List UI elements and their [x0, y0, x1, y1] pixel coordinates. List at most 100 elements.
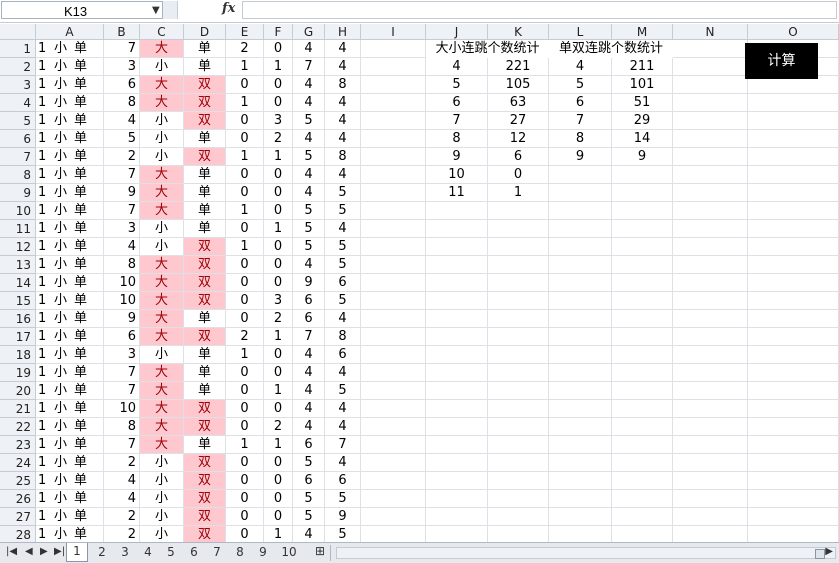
- grid-cell[interactable]: 0: [226, 490, 264, 508]
- grid-cell[interactable]: [612, 256, 673, 274]
- grid-cell[interactable]: 0: [226, 292, 264, 310]
- column-header-n[interactable]: N: [673, 24, 748, 40]
- grid-cell[interactable]: [361, 148, 426, 166]
- grid-cell[interactable]: 4: [293, 364, 325, 382]
- grid-cell[interactable]: 单: [184, 184, 226, 202]
- grid-cell[interactable]: 5: [325, 382, 361, 400]
- grid-cell[interactable]: 3: [264, 112, 293, 130]
- grid-cell[interactable]: [748, 436, 839, 454]
- grid-cell[interactable]: 8: [104, 94, 140, 112]
- grid-cell[interactable]: 3: [104, 58, 140, 76]
- grid-cell[interactable]: 7: [104, 202, 140, 220]
- grid-cell[interactable]: 2: [264, 310, 293, 328]
- grid-cell[interactable]: 小: [140, 508, 184, 526]
- grid-cell[interactable]: [612, 508, 673, 526]
- grid-cell[interactable]: [673, 130, 748, 148]
- grid-cell[interactable]: [361, 220, 426, 238]
- grid-cell[interactable]: [612, 184, 673, 202]
- grid-cell[interactable]: [426, 508, 488, 526]
- grid-cell[interactable]: [673, 508, 748, 526]
- grid-cell[interactable]: [426, 328, 488, 346]
- grid-cell[interactable]: [549, 436, 612, 454]
- grid-cell[interactable]: 1小单: [36, 256, 104, 274]
- grid-cell[interactable]: 0: [226, 166, 264, 184]
- grid-cell[interactable]: 2: [226, 328, 264, 346]
- grid-cell[interactable]: [748, 184, 839, 202]
- column-header-k[interactable]: K: [488, 24, 549, 40]
- row-header[interactable]: 15: [0, 292, 36, 310]
- grid-cell[interactable]: 6: [325, 472, 361, 490]
- sheet-tab-10[interactable]: 10: [278, 544, 300, 560]
- grid-cell[interactable]: 0: [226, 256, 264, 274]
- grid-cell[interactable]: 大: [140, 400, 184, 418]
- row-header[interactable]: 10: [0, 202, 36, 220]
- column-header-m[interactable]: M: [612, 24, 673, 40]
- grid-cell[interactable]: 4: [293, 76, 325, 94]
- row-header[interactable]: 26: [0, 490, 36, 508]
- grid-cell[interactable]: 2: [264, 418, 293, 436]
- grid-cell[interactable]: [549, 346, 612, 364]
- grid-cell[interactable]: 1小单: [36, 166, 104, 184]
- horizontal-scrollbar[interactable]: ▶: [336, 546, 836, 559]
- grid-cell[interactable]: 6: [293, 292, 325, 310]
- grid-cell[interactable]: 4: [104, 238, 140, 256]
- grid-cell[interactable]: 大: [140, 202, 184, 220]
- grid-cell[interactable]: 单: [184, 346, 226, 364]
- grid-cell[interactable]: [612, 328, 673, 346]
- grid-cell[interactable]: 双: [184, 274, 226, 292]
- grid-cell[interactable]: 10: [104, 400, 140, 418]
- grid-cell[interactable]: 0: [226, 112, 264, 130]
- grid-cell[interactable]: 1小单: [36, 274, 104, 292]
- grid-cell[interactable]: [361, 274, 426, 292]
- grid-cell[interactable]: 1: [264, 220, 293, 238]
- grid-cell[interactable]: [361, 490, 426, 508]
- grid-cell[interactable]: 1小单: [36, 112, 104, 130]
- grid-cell[interactable]: [426, 400, 488, 418]
- grid-cell[interactable]: [361, 130, 426, 148]
- row-header[interactable]: 11: [0, 220, 36, 238]
- grid-cell[interactable]: 8: [104, 418, 140, 436]
- grid-cell[interactable]: 6: [325, 274, 361, 292]
- grid-cell[interactable]: 0: [226, 220, 264, 238]
- row-header[interactable]: 18: [0, 346, 36, 364]
- grid-cell[interactable]: 双: [184, 292, 226, 310]
- grid-cell[interactable]: [488, 454, 549, 472]
- grid-cell[interactable]: 大: [140, 256, 184, 274]
- grid-cell[interactable]: [612, 346, 673, 364]
- grid-cell[interactable]: [748, 418, 839, 436]
- grid-cell[interactable]: 5: [325, 202, 361, 220]
- grid-cell[interactable]: 5: [293, 490, 325, 508]
- grid-cell[interactable]: 3: [104, 220, 140, 238]
- grid-cell[interactable]: 6: [293, 436, 325, 454]
- grid-cell[interactable]: 6: [104, 76, 140, 94]
- row-header[interactable]: 2: [0, 58, 36, 76]
- last-sheet-icon[interactable]: ▶|: [54, 546, 65, 557]
- grid-cell[interactable]: 0: [264, 238, 293, 256]
- grid-cell[interactable]: 0: [226, 418, 264, 436]
- grid-cell[interactable]: 1小单: [36, 148, 104, 166]
- row-header[interactable]: 3: [0, 76, 36, 94]
- grid-cell[interactable]: 4: [293, 166, 325, 184]
- column-header-i[interactable]: I: [361, 24, 426, 40]
- grid-cell[interactable]: 4: [325, 364, 361, 382]
- grid-cell[interactable]: [673, 148, 748, 166]
- grid-cell[interactable]: 1: [264, 58, 293, 76]
- chevron-down-icon[interactable]: ▼: [152, 5, 160, 16]
- row-header[interactable]: 4: [0, 94, 36, 112]
- grid-cell[interactable]: [748, 346, 839, 364]
- grid-cell[interactable]: [361, 184, 426, 202]
- grid-cell[interactable]: 小: [140, 58, 184, 76]
- grid-cell[interactable]: 5: [293, 220, 325, 238]
- grid-cell[interactable]: [748, 166, 839, 184]
- grid-cell[interactable]: [488, 310, 549, 328]
- grid-cell[interactable]: 双: [184, 490, 226, 508]
- grid-cell[interactable]: [549, 328, 612, 346]
- grid-cell[interactable]: [488, 256, 549, 274]
- name-box[interactable]: K13 ▼: [1, 1, 163, 19]
- grid-cell[interactable]: 4: [293, 184, 325, 202]
- column-header-d[interactable]: D: [184, 24, 226, 40]
- grid-cell[interactable]: 0: [264, 256, 293, 274]
- grid-cell[interactable]: 5: [293, 202, 325, 220]
- grid-cell[interactable]: 1小单: [36, 220, 104, 238]
- grid-cell[interactable]: 5: [293, 508, 325, 526]
